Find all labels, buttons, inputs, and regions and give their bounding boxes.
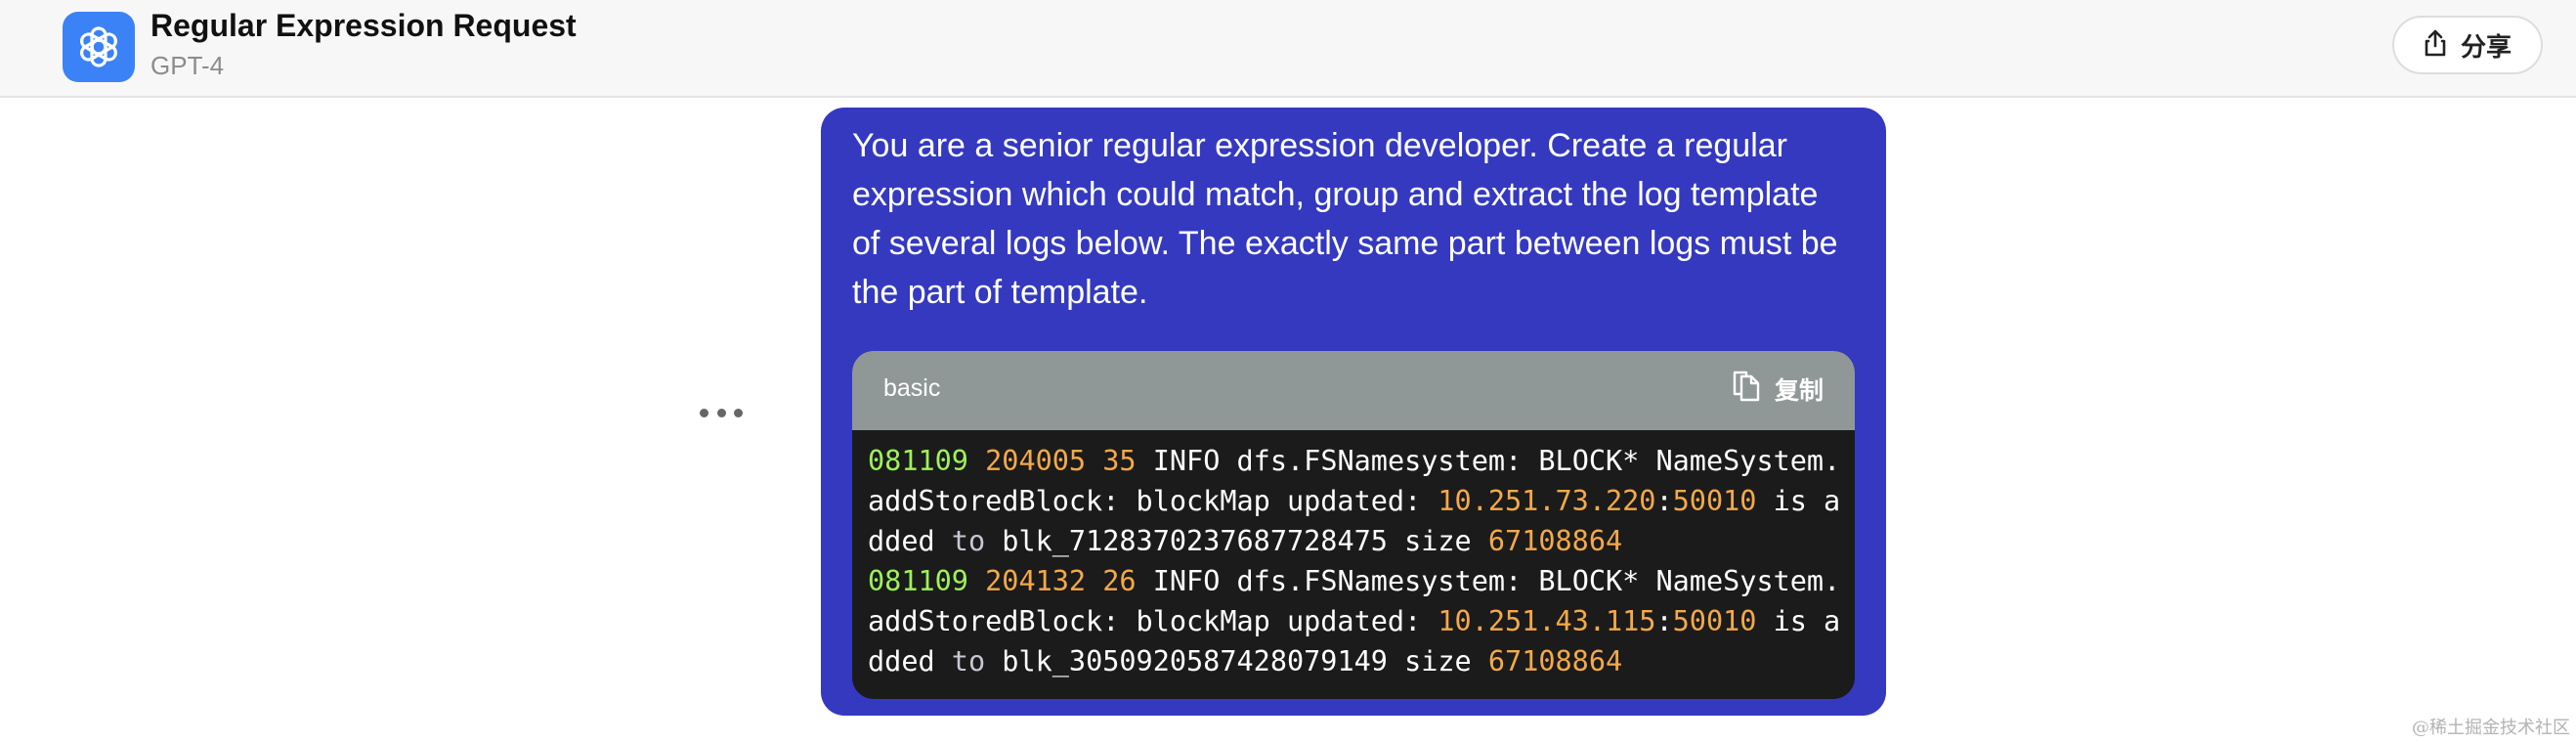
log-keyword: to	[951, 525, 986, 557]
log-date: 081109	[868, 565, 968, 597]
more-options-icon[interactable]	[700, 393, 743, 432]
page-title: Regular Expression Request	[150, 8, 577, 43]
log-pid: 26	[1102, 565, 1137, 597]
top-bar: Regular Expression Request GPT-4 分享	[0, 0, 2576, 98]
log-size: 67108864	[1487, 645, 1623, 677]
log-port: 50010	[1672, 605, 1757, 637]
log-time: 204132	[985, 565, 1087, 597]
openai-logo-icon	[63, 12, 135, 82]
log-time: 204005	[985, 445, 1087, 477]
code-language-label: basic	[883, 374, 941, 402]
log-ip: 10.251.43.115	[1438, 605, 1656, 637]
dot	[700, 408, 708, 417]
share-icon	[2424, 29, 2447, 62]
copy-icon	[1732, 371, 1761, 407]
share-button[interactable]: 分享	[2392, 16, 2543, 74]
log-text: blk_7128370237687728475 size	[985, 525, 1488, 557]
model-name: GPT-4	[150, 51, 225, 80]
log-port: 50010	[1672, 485, 1757, 517]
log-colon: :	[1655, 605, 1673, 637]
code-line: 081109 204005 35 INFO dfs.FSNamesystem: …	[868, 445, 1840, 557]
share-label: 分享	[2460, 31, 2512, 62]
user-message-text: You are a senior regular expression deve…	[852, 127, 1838, 311]
log-text: blk_3050920587428079149 size	[985, 645, 1488, 677]
dot	[716, 408, 726, 417]
copy-label: 复制	[1774, 376, 1824, 405]
dot	[734, 408, 743, 417]
log-date: 081109	[868, 445, 968, 477]
log-ip: 10.251.73.220	[1438, 485, 1656, 517]
code-line: 081109 204132 26 INFO dfs.FSNamesystem: …	[868, 565, 1840, 677]
user-message-bubble: You are a senior regular expression deve…	[821, 108, 1886, 716]
code-block: basic 复制 081109 204005 35 INFO dfs.FSNam…	[852, 351, 1855, 699]
copy-button[interactable]: 复制	[1732, 371, 1824, 407]
watermark: @稀土掘金技术社区	[2412, 718, 2570, 738]
code-block-header: basic 复制	[852, 351, 1855, 430]
code-content: 081109 204005 35 INFO dfs.FSNamesystem: …	[868, 441, 1845, 681]
log-size: 67108864	[1487, 525, 1623, 557]
log-pid: 35	[1102, 445, 1137, 477]
log-colon: :	[1655, 485, 1673, 517]
log-keyword: to	[951, 645, 986, 677]
